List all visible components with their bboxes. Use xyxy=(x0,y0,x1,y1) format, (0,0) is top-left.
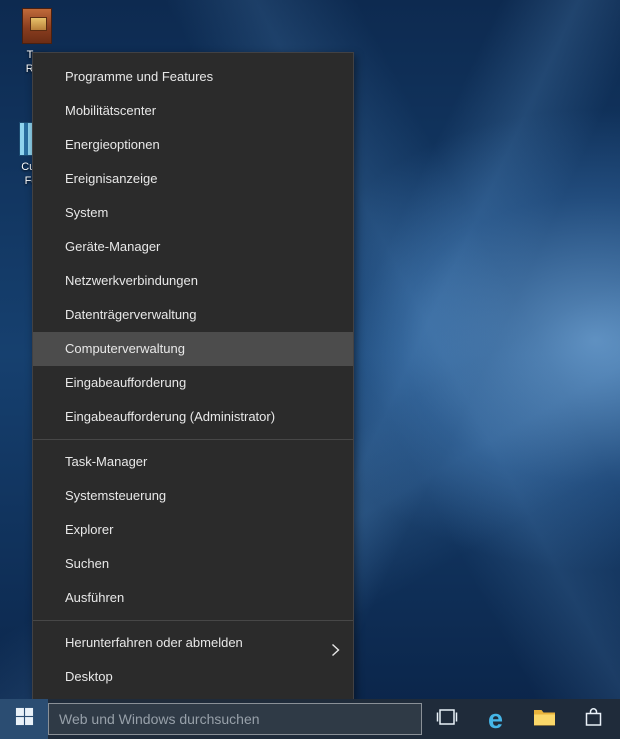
menu-item-explorer[interactable]: Explorer xyxy=(33,513,353,547)
store-button[interactable] xyxy=(569,699,618,739)
desktop-wallpaper: Tom Rain Cus Fe Programme und Features M… xyxy=(0,0,620,739)
menu-item-mobilitaetscenter[interactable]: Mobilitätscenter xyxy=(33,94,353,128)
menu-item-herunterfahren-oder-abmelden[interactable]: Herunterfahren oder abmelden xyxy=(33,626,353,660)
start-button[interactable] xyxy=(0,699,48,739)
menu-item-label: Herunterfahren oder abmelden xyxy=(65,635,243,650)
menu-item-system[interactable]: System xyxy=(33,196,353,230)
file-explorer-button[interactable] xyxy=(520,699,569,739)
task-view-button[interactable] xyxy=(422,699,471,739)
menu-item-task-manager[interactable]: Task-Manager xyxy=(33,445,353,479)
menu-item-eingabeaufforderung-administrator[interactable]: Eingabeaufforderung (Administrator) xyxy=(33,400,353,434)
menu-item-ausfuehren[interactable]: Ausführen xyxy=(33,581,353,615)
menu-item-geraete-manager[interactable]: Geräte-Manager xyxy=(33,230,353,264)
windows-logo-icon xyxy=(15,707,34,731)
taskbar-search[interactable] xyxy=(48,703,422,735)
menu-item-desktop[interactable]: Desktop xyxy=(33,660,353,694)
search-input[interactable] xyxy=(49,704,421,734)
menu-item-programme-und-features[interactable]: Programme und Features xyxy=(33,60,353,94)
edge-icon: e xyxy=(487,703,504,734)
store-icon xyxy=(584,707,603,732)
menu-item-eingabeaufforderung[interactable]: Eingabeaufforderung xyxy=(33,366,353,400)
edge-button[interactable]: e xyxy=(471,699,520,739)
menu-item-ereignisanzeige[interactable]: Ereignisanzeige xyxy=(33,162,353,196)
menu-separator xyxy=(33,620,353,621)
file-explorer-icon xyxy=(533,708,556,731)
task-view-icon xyxy=(435,708,459,731)
winx-menu: Programme und Features Mobilitätscenter … xyxy=(32,52,354,701)
menu-item-suchen[interactable]: Suchen xyxy=(33,547,353,581)
menu-item-energieoptionen[interactable]: Energieoptionen xyxy=(33,128,353,162)
menu-item-computerverwaltung[interactable]: Computerverwaltung xyxy=(33,332,353,366)
desktop-icon-image xyxy=(22,8,52,44)
menu-item-netzwerkverbindungen[interactable]: Netzwerkverbindungen xyxy=(33,264,353,298)
menu-separator xyxy=(33,439,353,440)
menu-item-systemsteuerung[interactable]: Systemsteuerung xyxy=(33,479,353,513)
menu-item-datentraegerverwaltung[interactable]: Datenträgerverwaltung xyxy=(33,298,353,332)
taskbar: e xyxy=(0,699,620,739)
